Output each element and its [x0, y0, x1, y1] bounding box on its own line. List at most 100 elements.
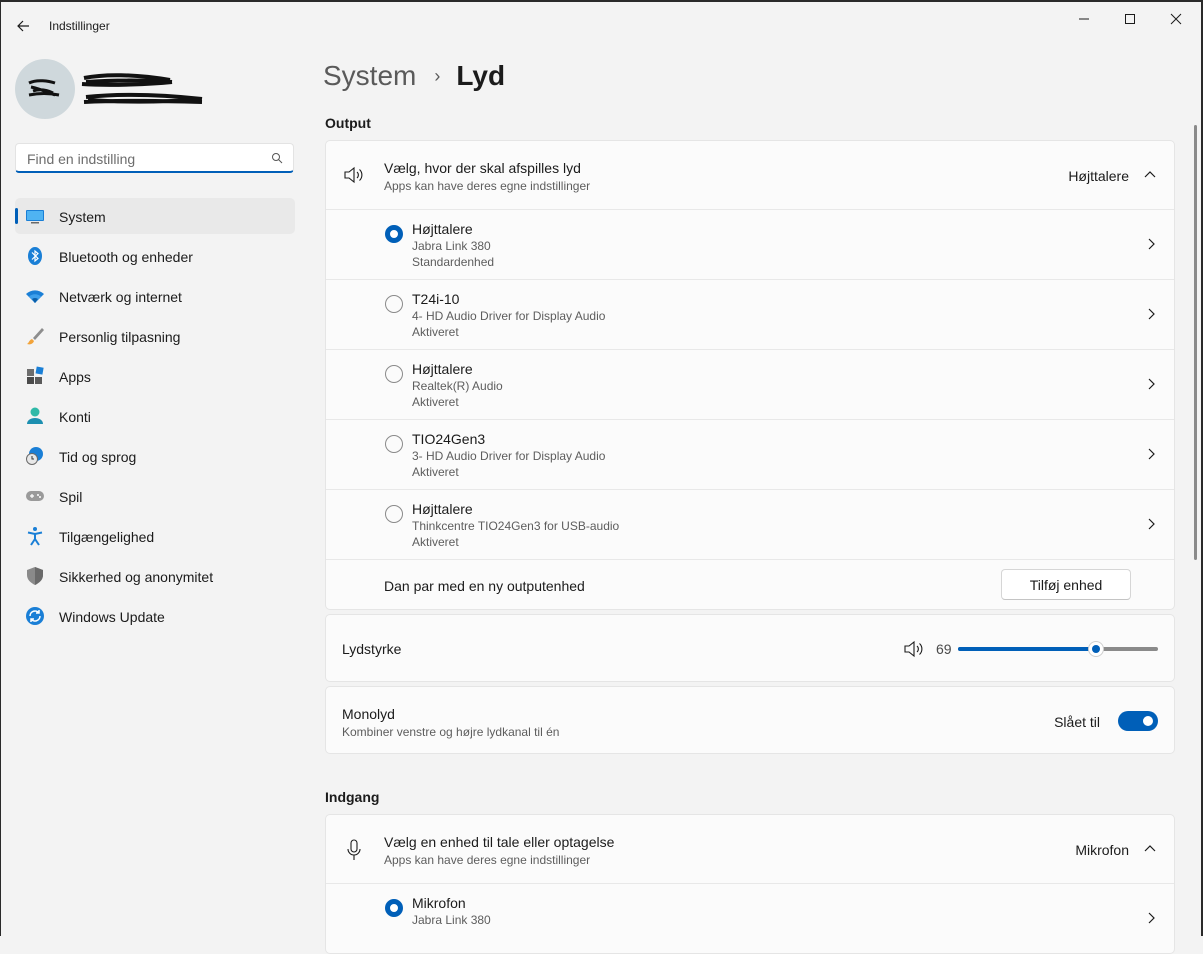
chevron-right-icon[interactable]: [1146, 238, 1156, 250]
device-driver: 4- HD Audio Driver for Display Audio: [412, 309, 606, 323]
output-device-row[interactable]: TIO24Gen3 3- HD Audio Driver for Display…: [326, 420, 1174, 489]
person-icon: [27, 407, 43, 424]
input-device-row[interactable]: Mikrofon Jabra Link 380: [326, 884, 1174, 953]
output-selector-row[interactable]: Vælg, hvor der skal afspilles lyd Apps k…: [326, 141, 1174, 209]
device-driver: Realtek(R) Audio: [412, 379, 503, 393]
search-icon[interactable]: [271, 152, 283, 164]
search-input[interactable]: [25, 149, 264, 169]
monitor-icon: [26, 210, 44, 224]
sidebar-item-label: Konti: [59, 409, 91, 425]
page-title: Lyd: [456, 60, 506, 91]
device-radio-button[interactable]: [385, 365, 403, 383]
volume-slider-fill: [958, 647, 1096, 651]
chevron-up-icon[interactable]: [1144, 170, 1156, 180]
pair-device-row: Dan par med en ny outputenhed Tilføj enh…: [326, 560, 1174, 610]
chevron-right-icon[interactable]: [1146, 448, 1156, 460]
output-device-card: Vælg, hvor der skal afspilles lyd Apps k…: [325, 140, 1175, 610]
sidebar-item-accounts[interactable]: Konti: [15, 398, 295, 434]
accessibility-icon: [27, 527, 43, 546]
sidebar-item-gaming[interactable]: Spil: [15, 478, 295, 514]
sidebar-item-privacy-security[interactable]: Sikkerhed og anonymitet: [15, 558, 295, 594]
output-selected-value: Højttalere: [1068, 168, 1129, 184]
output-device-row[interactable]: Højttalere Jabra Link 380 Standardenhed: [326, 210, 1174, 279]
sidebar-item-label: Tilgængelighed: [59, 529, 155, 545]
device-status: Aktiveret: [412, 395, 459, 409]
profile-name-redacted: [81, 73, 203, 104]
sidebar-item-network[interactable]: Netværk og internet: [15, 278, 295, 314]
sidebar-item-label: Spil: [59, 489, 83, 505]
arrow-left-icon: [17, 20, 29, 32]
volume-label: Lydstyrke: [342, 641, 402, 657]
breadcrumb: System › Lyd: [323, 60, 505, 92]
breadcrumb-parent-link[interactable]: System: [323, 60, 416, 92]
speaker-icon: [344, 166, 363, 184]
sidebar-item-label: Bluetooth og enheder: [59, 249, 193, 265]
device-driver: Thinkcentre TIO24Gen3 for USB-audio: [412, 519, 620, 533]
device-radio-button[interactable]: [385, 505, 403, 523]
minimize-icon: [1079, 18, 1089, 20]
input-selected-value: Mikrofon: [1075, 842, 1129, 858]
sidebar-item-label: Apps: [59, 369, 91, 385]
avatar-scribble: [28, 79, 60, 97]
add-device-button[interactable]: Tilføj enhed: [1001, 569, 1131, 600]
microphone-icon: [347, 839, 361, 860]
close-icon: [1170, 13, 1182, 25]
output-device-row[interactable]: T24i-10 4- HD Audio Driver for Display A…: [326, 280, 1174, 349]
active-indicator: [15, 208, 18, 224]
search-box[interactable]: [15, 143, 294, 173]
device-radio-button[interactable]: [385, 899, 403, 917]
bluetooth-icon: [28, 247, 42, 265]
mono-audio-subtitle: Kombiner venstre og højre lydkanal til é…: [342, 725, 560, 739]
gamepad-icon: [26, 491, 44, 501]
sidebar-item-windows-update[interactable]: Windows Update: [15, 598, 295, 634]
section-heading-input: Indgang: [325, 789, 380, 805]
device-status: Standardenhed: [412, 255, 495, 269]
chevron-up-icon[interactable]: [1144, 844, 1156, 854]
minimize-button[interactable]: [1073, 10, 1095, 28]
scrollbar[interactable]: [1194, 125, 1197, 560]
chevron-right-icon[interactable]: [1146, 378, 1156, 390]
back-button[interactable]: [14, 16, 34, 36]
mono-audio-toggle[interactable]: [1118, 711, 1158, 731]
avatar[interactable]: [15, 59, 75, 119]
mono-audio-state: Slået til: [1054, 714, 1100, 730]
output-selector-subtitle: Apps kan have deres egne indstillinger: [384, 179, 591, 193]
volume-value: 69: [936, 641, 952, 657]
close-button[interactable]: [1165, 10, 1187, 28]
device-radio-button[interactable]: [385, 435, 403, 453]
sidebar-item-accessibility[interactable]: Tilgængelighed: [15, 518, 295, 554]
sidebar-item-personalization[interactable]: Personlig tilpasning: [15, 318, 295, 354]
shield-icon: [27, 567, 43, 585]
update-icon: [26, 607, 44, 625]
breadcrumb-separator: ›: [434, 65, 441, 86]
brush-icon: [27, 328, 44, 345]
wifi-icon: [26, 290, 44, 303]
device-status: Aktiveret: [412, 535, 459, 549]
device-radio-button[interactable]: [385, 225, 403, 243]
sidebar-item-bluetooth[interactable]: Bluetooth og enheder: [15, 238, 295, 274]
chevron-right-icon[interactable]: [1146, 912, 1156, 924]
chevron-right-icon[interactable]: [1146, 308, 1156, 320]
volume-speaker-icon[interactable]: [903, 640, 925, 658]
device-name: Højttalere: [412, 361, 473, 377]
mono-audio-title: Monolyd: [342, 706, 395, 722]
output-device-row[interactable]: Højttalere Thinkcentre TIO24Gen3 for USB…: [326, 490, 1174, 559]
device-name: T24i-10: [412, 291, 460, 307]
volume-card: Lydstyrke 69: [325, 614, 1175, 682]
clock-globe-icon: [26, 447, 43, 465]
sidebar-item-label: Windows Update: [59, 609, 165, 625]
device-radio-button[interactable]: [385, 295, 403, 313]
output-device-row[interactable]: Højttalere Realtek(R) Audio Aktiveret: [326, 350, 1174, 419]
input-device-card: Vælg en enhed til tale eller optagelse A…: [325, 814, 1175, 954]
chevron-right-icon[interactable]: [1146, 518, 1156, 530]
device-driver: Jabra Link 380: [412, 239, 491, 253]
input-selector-row[interactable]: Vælg en enhed til tale eller optagelse A…: [326, 815, 1174, 883]
sidebar-item-label: Personlig tilpasning: [59, 329, 181, 345]
mono-audio-card: Monolyd Kombiner venstre og højre lydkan…: [325, 686, 1175, 754]
sidebar-item-system[interactable]: System: [15, 198, 295, 234]
sidebar-item-apps[interactable]: Apps: [15, 358, 295, 394]
sidebar-item-time-language[interactable]: Tid og sprog: [15, 438, 295, 474]
sidebar-item-label: System: [59, 209, 106, 225]
volume-slider-thumb[interactable]: [1088, 641, 1104, 657]
maximize-button[interactable]: [1119, 10, 1141, 28]
